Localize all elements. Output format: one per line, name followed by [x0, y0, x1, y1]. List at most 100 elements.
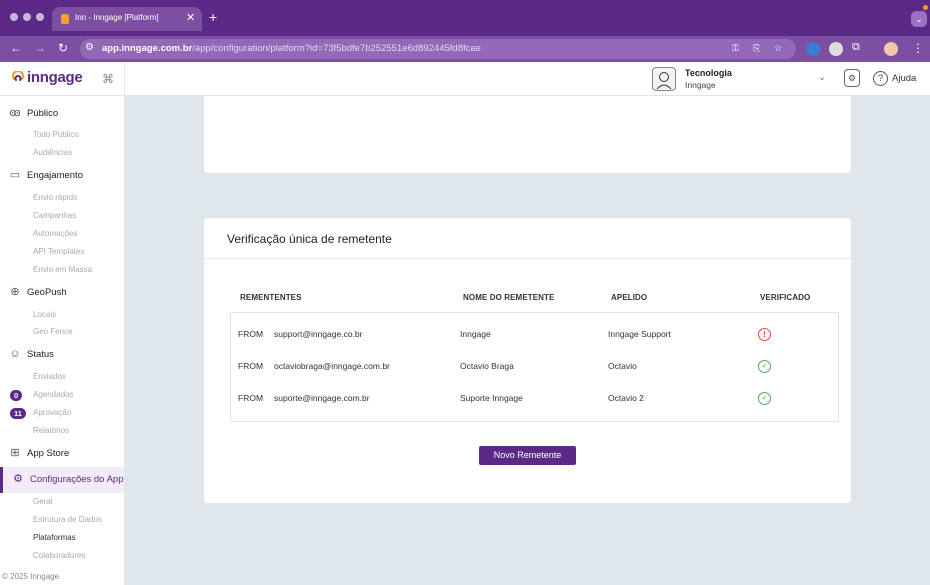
close-tab-icon[interactable]: ✕ [186, 11, 195, 24]
close-window-button[interactable] [10, 13, 18, 21]
column-header-nome: NOME DO REMETENTE [463, 293, 555, 302]
new-tab-icon[interactable]: + [209, 9, 217, 25]
inngage-logo[interactable]: inngage [11, 69, 83, 89]
sidebar-subitem-envio-em-massa[interactable]: Envio em Massa [33, 265, 92, 274]
profile-avatar-icon[interactable] [884, 42, 898, 56]
org-name[interactable]: Tecnologia [685, 68, 732, 78]
sidebar-subitem-audiencias[interactable]: Audiências [33, 148, 72, 157]
sidebar-item-label: GeoPush [27, 287, 67, 298]
table-row[interactable]: FROM support@inngage.co.br Inngage Innga… [231, 320, 838, 352]
reload-icon[interactable]: ↻ [58, 41, 68, 55]
app-header: inngage ⌘ Tecnologia Inngage ⌄ ⚙ ? Ajuda [0, 62, 930, 96]
from-label: FROM [238, 329, 264, 339]
browser-tab[interactable]: Inn - Inngage [Platform] ✕ [52, 7, 202, 31]
browser-tab-bar: Inn - Inngage [Platform] ✕ + ⌄ [0, 0, 930, 36]
sidebar-item-label: App Store [27, 448, 70, 459]
settings-icon: ⚙ [13, 473, 23, 485]
sidebar-item-engajamento[interactable]: ▭ Engajamento [0, 165, 124, 187]
sender-nickname: Octavio [608, 361, 637, 371]
sender-name: Octavio Braga [460, 361, 514, 371]
sidebar-subitem-aprovacao[interactable]: Aprovação [33, 408, 71, 417]
address-bar[interactable]: ⚙ app.inngage.com.br/app/configuration/p… [80, 39, 796, 59]
sidebar-item-configuracoes[interactable]: ⚙ Configurações do App [0, 467, 124, 493]
sender-email: octaviobraga@inngage.com.br [274, 361, 390, 371]
sidebar-footer: © 2025 Inngage [2, 572, 60, 581]
maximize-window-button[interactable] [36, 13, 44, 21]
sidebar-item-publico[interactable]: ꙭ Público [0, 103, 124, 125]
engagement-icon: ▭ [9, 169, 21, 181]
sender-verification-card: Verificação única de remetente REMENTENT… [204, 218, 851, 503]
sidebar-subitem-geral[interactable]: Geral [33, 497, 53, 506]
sidebar-subitem-enviados[interactable]: Enviados [33, 372, 66, 381]
org-avatar[interactable] [652, 67, 676, 91]
sidebar-subitem-campanhas[interactable]: Campanhas [33, 211, 76, 220]
help-icon[interactable]: ? [873, 71, 888, 86]
sender-nickname: Inngage Support [608, 329, 671, 339]
card-title: Verificação única de remetente [227, 232, 392, 246]
sender-email: support@inngage.co.br [274, 329, 363, 339]
sidebar-subitem-colaboradores[interactable]: Colaboradores [33, 551, 85, 560]
agendados-count-badge: 0 [10, 390, 23, 401]
translate-icon[interactable]: ⎘ [753, 43, 760, 54]
browser-toolbar: ← → ↻ ⚙ app.inngage.com.br/app/configura… [0, 36, 930, 62]
chevron-down-icon[interactable]: ⌄ [818, 72, 826, 83]
sidebar-subitem-plataformas[interactable]: Plataformas [33, 533, 76, 542]
from-label: FROM [238, 361, 264, 371]
sidebar-subitem-geo-fence[interactable]: Geo Fence [33, 327, 73, 336]
apps-grid-icon[interactable]: ⌘ [102, 72, 114, 86]
sidebar-subitem-locais[interactable]: Locais [33, 310, 56, 319]
header-divider [124, 62, 125, 96]
sidebar-subitem-api-templates[interactable]: API Templates [33, 247, 84, 256]
browser-menu-icon[interactable]: ⋮ [912, 41, 924, 55]
bookmark-star-icon[interactable]: ☆ [774, 43, 782, 54]
sidebar: ꙭ Público Todo Público Audiências ▭ Enga… [0, 96, 125, 585]
user-avatar-icon [656, 72, 672, 90]
sidebar-subitem-automacoes[interactable]: Automações [33, 229, 77, 238]
sidebar-subitem-todo-publico[interactable]: Todo Público [33, 130, 79, 139]
forward-icon[interactable]: → [34, 41, 46, 55]
site-settings-icon[interactable]: ⚙ [85, 42, 94, 53]
aprovacao-count-badge: 11 [10, 408, 26, 419]
password-key-icon[interactable]: ⚿ [732, 43, 739, 54]
extensions-puzzle-icon[interactable]: ⧉ [852, 41, 860, 54]
back-icon[interactable]: ← [10, 41, 22, 55]
sender-name: Inngage [460, 329, 491, 339]
status-icon: ☺ [9, 348, 21, 360]
inngage-favicon-icon [61, 14, 69, 24]
help-label[interactable]: Ajuda [892, 73, 916, 84]
sender-name: Suporte Inngage [460, 393, 523, 403]
previous-settings-card [204, 96, 851, 173]
sidebar-item-label: Status [27, 349, 54, 360]
tab-title: Inn - Inngage [Platform] [75, 13, 159, 22]
device-settings-icon[interactable]: ⚙ [844, 69, 860, 87]
inngage-logo-icon [11, 71, 25, 81]
card-divider [204, 258, 851, 259]
tab-search-icon[interactable]: ⌄ [911, 11, 927, 27]
logo-text: inngage [27, 69, 83, 86]
sender-nickname: Octavio 2 [608, 393, 644, 403]
verified-check-icon: ✓ [758, 360, 771, 373]
extension-icon[interactable] [806, 42, 820, 56]
column-header-apelido: APELIDO [611, 293, 648, 302]
sidebar-item-label: Configurações do App [30, 474, 124, 485]
new-sender-button[interactable]: Novo Remetente [479, 446, 576, 465]
table-row[interactable]: FROM octaviobraga@inngage.com.br Octavio… [231, 352, 838, 384]
sidebar-subitem-estrutura-de-dados[interactable]: Estrutura de Dados [33, 515, 102, 524]
sidebar-item-status[interactable]: ☺ Status [0, 344, 124, 366]
url-path: /app/configuration/platform?id=73f5bdfe7… [192, 43, 481, 54]
extension-icon[interactable] [829, 42, 843, 56]
sidebar-subitem-relatorios[interactable]: Relatórios [33, 426, 69, 435]
org-subtitle: Inngage [685, 80, 716, 90]
geopush-icon: ⊕ [10, 286, 20, 298]
update-indicator-icon [923, 5, 928, 10]
column-header-remetentes: REMENTENTES [240, 293, 302, 302]
sidebar-item-label: Engajamento [27, 170, 83, 181]
sidebar-item-geopush[interactable]: ⊕ GeoPush [0, 282, 124, 304]
sidebar-subitem-envio-rapido[interactable]: Envio rápido [33, 193, 77, 202]
sender-email: suporte@inngage.com.br [274, 393, 370, 403]
app-store-icon: ⊞ [10, 447, 20, 459]
table-row[interactable]: FROM suporte@inngage.com.br Suporte Inng… [231, 384, 838, 416]
minimize-window-button[interactable] [23, 13, 31, 21]
sidebar-item-app-store[interactable]: ⊞ App Store [0, 443, 124, 465]
sidebar-subitem-agendados[interactable]: Agendados [33, 390, 73, 399]
